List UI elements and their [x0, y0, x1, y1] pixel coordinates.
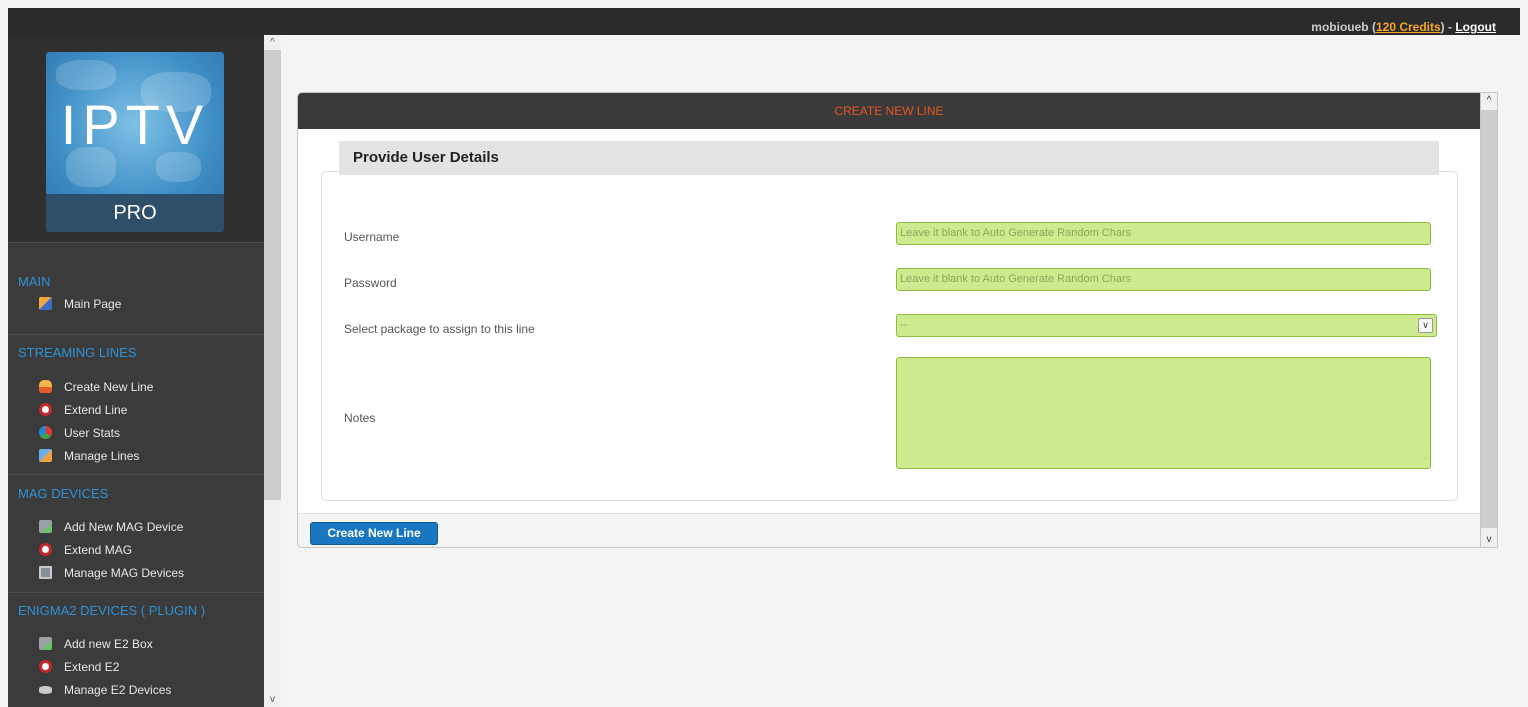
sidebar-item-main-page[interactable]: Main Page [8, 292, 264, 315]
chevron-down-icon[interactable]: ∨ [1418, 318, 1433, 333]
sidebar-item-user-stats[interactable]: User Stats [8, 421, 264, 444]
scroll-down-icon[interactable]: v [1481, 532, 1497, 547]
scrollbar-thumb[interactable] [1481, 110, 1497, 528]
pie-chart-icon [39, 426, 52, 439]
iptv-pro-logo: IPTV PRO [46, 52, 224, 232]
clock-icon [39, 660, 52, 673]
sidebar-item-manage-e2-devices[interactable]: Manage E2 Devices [8, 678, 264, 701]
password-input[interactable]: Leave it blank to Auto Generate Random C… [896, 268, 1431, 291]
notes-textarea[interactable]: .: [896, 357, 1431, 469]
panel-footer: Create New Line [298, 513, 1480, 547]
create-line-panel: CREATE NEW LINE Username Leave it blank … [297, 92, 1481, 548]
panel-title: CREATE NEW LINE [298, 93, 1480, 129]
home-icon [39, 297, 52, 310]
sidebar-item-extend-e2[interactable]: Extend E2 [8, 655, 264, 678]
top-bar: mobioueb (120 Credits) - Logout [8, 8, 1520, 35]
sidebar-item-manage-mag-devices[interactable]: Manage MAG Devices [8, 561, 264, 584]
sidebar-item-create-new-line[interactable]: Create New Line [8, 375, 264, 398]
scrollbar-thumb[interactable] [264, 50, 281, 500]
package-label: Select package to assign to this line [344, 322, 535, 336]
clock-icon [39, 543, 52, 556]
sidebar-item-add-mag-device[interactable]: Add New MAG Device [8, 515, 264, 538]
sidebar-heading: MAIN [18, 274, 51, 289]
sidebar-item-extend-line[interactable]: Extend Line [8, 398, 264, 421]
sidebar-item-label: User Stats [64, 425, 121, 440]
credits-link[interactable]: 120 Credits [1376, 20, 1441, 34]
sidebar-item-label: Extend E2 [64, 659, 120, 674]
sidebar: IPTV PRO MAIN Main Page STREAMING LINES … [8, 35, 264, 707]
sidebar-section-main: MAIN Main Page [8, 272, 264, 315]
sidebar-section-mag-devices: MAG DEVICES Add New MAG Device Extend MA… [8, 484, 264, 584]
resize-grip-icon[interactable]: .: [1424, 446, 1428, 467]
package-select[interactable]: -- ∨ [896, 314, 1437, 337]
scroll-up-icon[interactable]: ^ [264, 35, 281, 50]
logout-link[interactable]: Logout [1455, 20, 1496, 34]
sidebar-item-label: Extend Line [64, 402, 128, 417]
clock-icon [39, 403, 52, 416]
sidebar-section-enigma2-devices: ENIGMA2 DEVICES ( PLUGIN ) Add new E2 Bo… [8, 601, 264, 701]
user-details-form: Username Leave it blank to Auto Generate… [321, 141, 1458, 501]
sidebar-item-label: Main Page [64, 296, 122, 311]
disk-icon [39, 685, 52, 694]
username-input[interactable]: Leave it blank to Auto Generate Random C… [896, 222, 1431, 245]
sidebar-section-streaming-lines: STREAMING LINES Create New Line Extend L… [8, 343, 264, 467]
logo-area: IPTV PRO [8, 35, 264, 242]
scroll-down-icon[interactable]: v [264, 692, 281, 707]
logo-subtitle: PRO [46, 194, 224, 232]
username-text: mobioueb [1311, 20, 1369, 34]
sidebar-item-manage-lines[interactable]: Manage Lines [8, 444, 264, 467]
sidebar-item-label: Add New MAG Device [64, 519, 184, 534]
sidebar-item-add-e2-box[interactable]: Add new E2 Box [8, 632, 264, 655]
sidebar-heading: ENIGMA2 DEVICES ( PLUGIN ) [18, 603, 206, 618]
create-new-line-button[interactable]: Create New Line [310, 522, 438, 545]
user-wrench-icon [39, 449, 52, 462]
sidebar-item-label: Add new E2 Box [64, 636, 153, 651]
sidebar-item-label: Extend MAG [64, 542, 133, 557]
form-body: Username Leave it blank to Auto Generate… [321, 171, 1458, 501]
section-title: Provide User Details [339, 141, 1439, 175]
plug-add-icon [39, 637, 52, 650]
sidebar-item-extend-mag[interactable]: Extend MAG [8, 538, 264, 561]
sidebar-item-label: Manage MAG Devices [64, 565, 185, 580]
notes-label: Notes [344, 411, 376, 425]
logo-title: IPTV [60, 93, 210, 156]
monitor-icon [39, 566, 52, 579]
add-user-icon [39, 380, 52, 393]
sidebar-item-label: Manage Lines [64, 448, 140, 463]
sidebar-item-label: Create New Line [64, 379, 154, 394]
password-label: Password [344, 276, 397, 290]
user-info: mobioueb (120 Credits) - Logout [1311, 20, 1496, 34]
panel-scrollbar[interactable]: ^ v [1481, 92, 1498, 548]
scroll-up-icon[interactable]: ^ [1481, 93, 1497, 108]
sidebar-scrollbar[interactable]: ^ v [264, 35, 281, 707]
sidebar-heading: MAG DEVICES [18, 486, 109, 501]
username-label: Username [344, 230, 400, 244]
package-select-value: -- [900, 319, 908, 331]
sidebar-item-label: Manage E2 Devices [64, 682, 172, 697]
sidebar-heading: STREAMING LINES [18, 345, 137, 360]
plug-add-icon [39, 520, 52, 533]
